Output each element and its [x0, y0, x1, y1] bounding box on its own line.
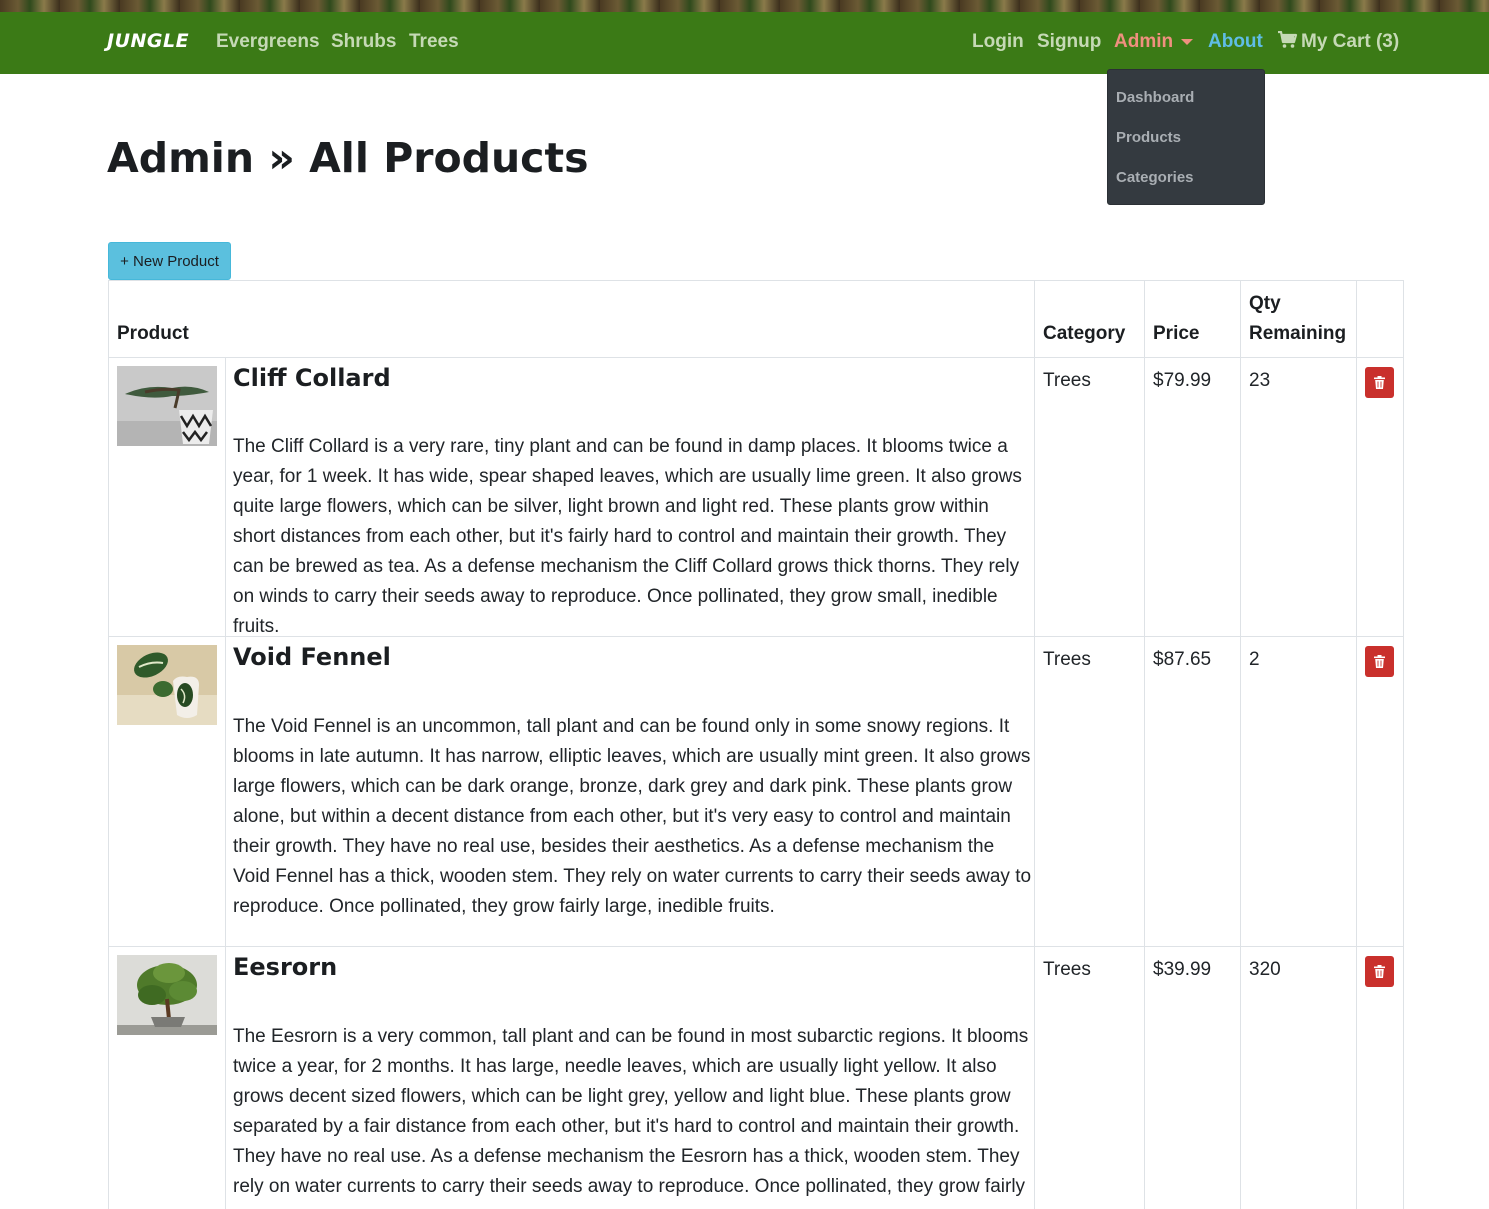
product-description: The Cliff Collard is a very rare, tiny p…: [233, 436, 1022, 637]
header-product: Product: [117, 323, 189, 344]
trash-icon: [1374, 376, 1385, 389]
product-qty: 2: [1249, 649, 1260, 670]
admin-dropdown-menu: Dashboard Products Categories: [1107, 69, 1265, 205]
table-border: [1403, 280, 1404, 1209]
bonsai-tree-on-stand-icon: [117, 955, 217, 1035]
nav-link-about[interactable]: About: [1208, 31, 1263, 53]
trash-icon: [1374, 655, 1385, 668]
dropdown-item-dashboard[interactable]: Dashboard: [1116, 89, 1194, 106]
variegated-plant-in-mug-icon: [117, 645, 217, 725]
trash-icon: [1374, 965, 1385, 978]
delete-product-button[interactable]: [1365, 367, 1394, 398]
table-border: [108, 357, 1404, 358]
table-border: [108, 280, 109, 1209]
brand-logo[interactable]: JUNGLE: [107, 30, 189, 52]
table-border: [108, 946, 1404, 947]
product-image: [117, 955, 217, 1035]
product-image: [117, 366, 217, 446]
page-title: Admin » All Products: [107, 134, 589, 182]
product-name[interactable]: Eesrorn: [233, 953, 337, 981]
product-qty: 320: [1249, 959, 1281, 980]
table-border: [1034, 280, 1035, 1209]
product-price: $39.99: [1153, 959, 1212, 980]
header-price: Price: [1153, 323, 1200, 344]
product-image: [117, 645, 217, 725]
caret-down-icon: [1181, 38, 1194, 45]
header-qty: Qty Remaining: [1249, 289, 1346, 349]
dropdown-item-categories[interactable]: Categories: [1116, 169, 1194, 186]
shopping-cart-icon: [1278, 31, 1298, 48]
header-forest-banner: [0, 0, 1489, 12]
table-border: [1144, 280, 1145, 1209]
nav-link-shrubs[interactable]: Shrubs: [331, 31, 396, 53]
nav-admin-label: Admin: [1114, 31, 1174, 52]
products-table: Product Category Price Qty Remaining Clif…: [108, 280, 1404, 1209]
nav-admin-dropdown-toggle[interactable]: Admin: [1114, 31, 1194, 53]
table-border: [1240, 280, 1241, 1209]
header-category: Category: [1043, 323, 1126, 344]
nav-link-evergreens[interactable]: Evergreens: [216, 31, 320, 53]
product-price: $79.99: [1153, 370, 1212, 391]
product-price: $87.65: [1153, 649, 1212, 670]
delete-product-button[interactable]: [1365, 646, 1394, 677]
header-qty-line2: Remaining: [1249, 323, 1347, 344]
header-qty-line1: Qty: [1249, 293, 1281, 314]
product-category: Trees: [1043, 649, 1091, 670]
table-border: [1356, 280, 1357, 1209]
dropdown-item-products[interactable]: Products: [1116, 129, 1181, 146]
top-navbar: JUNGLE Evergreens Shrubs Trees Login Sig…: [0, 12, 1489, 74]
nav-link-login[interactable]: Login: [972, 31, 1024, 53]
cart-label: My Cart (3): [1301, 31, 1400, 52]
product-description: The Eesrorn is a very common, tall plant…: [233, 1026, 1029, 1197]
nav-link-signup[interactable]: Signup: [1037, 31, 1101, 53]
delete-product-button[interactable]: [1365, 956, 1394, 987]
product-category: Trees: [1043, 370, 1091, 391]
bonsai-in-patterned-pot-icon: [117, 366, 217, 446]
table-border: [225, 357, 226, 1209]
new-product-button[interactable]: + New Product: [108, 242, 231, 280]
product-description: The Void Fennel is an uncommon, tall pla…: [233, 716, 1032, 917]
nav-link-trees[interactable]: Trees: [409, 31, 459, 53]
product-name[interactable]: Cliff Collard: [233, 364, 391, 392]
product-name[interactable]: Void Fennel: [233, 643, 391, 671]
product-category: Trees: [1043, 959, 1091, 980]
table-border: [108, 280, 1404, 281]
product-qty: 23: [1249, 370, 1271, 391]
nav-link-cart[interactable]: My Cart (3): [1278, 31, 1399, 53]
